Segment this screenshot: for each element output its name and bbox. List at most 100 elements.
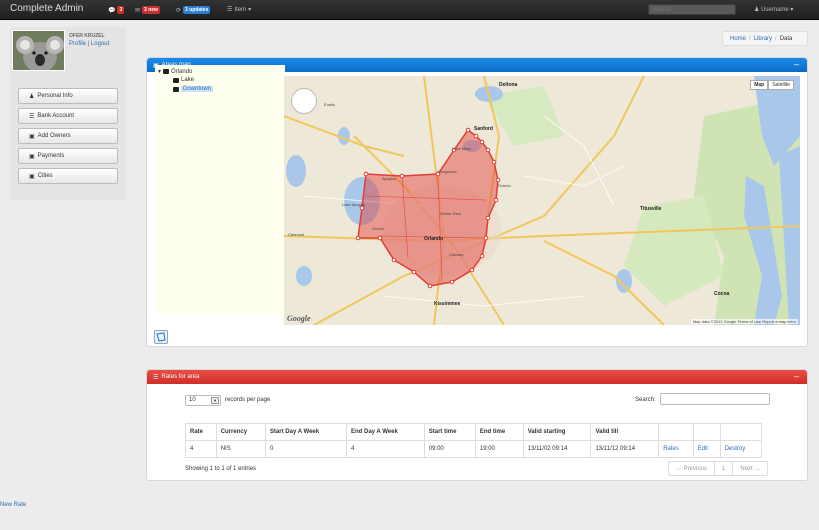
user-menu[interactable]: ♟ Username ▾	[754, 6, 793, 13]
picture-icon: ▣	[29, 133, 35, 140]
username-label: Username	[761, 7, 789, 13]
profile-link[interactable]: Profile	[69, 41, 86, 47]
map-label-ocoee: Ocoee	[372, 226, 384, 231]
rates-header: ☰ Rates for area –	[147, 370, 807, 384]
column-header[interactable]: Valid till	[590, 423, 660, 441]
tree-node-label: Downtown	[181, 86, 214, 92]
user-links: Profile | Logout	[69, 41, 109, 47]
cell-start-time: 09:00	[423, 440, 476, 458]
folder-icon	[163, 69, 170, 74]
table-search-input[interactable]	[660, 393, 770, 405]
destroy-link[interactable]: Destroy	[719, 440, 763, 458]
updates-menu[interactable]: ⟳ 3 updates	[176, 6, 211, 14]
sidebar-item-label: Personal Info	[37, 93, 73, 99]
tree-node-downtown[interactable]: Downtown	[173, 86, 214, 92]
sidebar-item-payments[interactable]: ▣ Payments	[18, 148, 118, 164]
previous-page-button[interactable]: ← Previous	[669, 462, 716, 475]
cell-rate: 4	[185, 440, 217, 458]
map-label-deltona: Deltona	[499, 82, 518, 88]
picture-icon: ▣	[29, 153, 35, 160]
pagination: ← Previous 1 Next →	[668, 461, 769, 476]
area-tree: ▾ Orlando Lake Downtown	[155, 65, 285, 314]
map-label-cocoa: Cocoa	[714, 291, 730, 297]
sidebar-item-cities[interactable]: ▣ Cities	[18, 168, 118, 184]
envelope-icon: ✉	[135, 7, 141, 14]
folder-icon	[173, 77, 179, 83]
column-header[interactable]: Start Day A Week	[264, 423, 347, 441]
new-rate-link[interactable]: New Rate	[0, 502, 26, 508]
map-label-apopka: Apopka	[382, 176, 396, 181]
next-page-button[interactable]: Next →	[733, 462, 767, 475]
breadcrumb-divider: /	[749, 35, 751, 42]
rates-panel: ☰ Rates for area – 10 ▼ records per page…	[146, 369, 808, 481]
collapse-button[interactable]: –	[794, 371, 799, 381]
map-label-clermont: Clermont	[288, 232, 305, 237]
rates-link[interactable]: Rates	[658, 440, 694, 458]
rates-table: Rate Currency Start Day A Week End Day A…	[185, 423, 763, 458]
list-icon: ☰	[153, 374, 159, 381]
page-1-button[interactable]: 1	[715, 462, 734, 475]
records-per-page-select[interactable]: 10 ▼	[185, 395, 221, 406]
sidebar-item-label: Bank Account	[37, 113, 75, 119]
new-badge: 3 new	[142, 6, 160, 14]
map-label-oviedo: Oviedo	[498, 183, 511, 188]
map-label-sanford: Sanford	[474, 126, 493, 132]
map-label-conway: Conway	[449, 252, 464, 257]
map-pan-control[interactable]	[291, 88, 317, 114]
collapse-button[interactable]: –	[794, 59, 799, 69]
updates-badge: 3 updates	[183, 6, 211, 14]
column-header[interactable]: End time	[474, 423, 524, 441]
map-label-eustis: Eustis	[324, 102, 335, 107]
breadcrumb-home[interactable]: Home	[730, 36, 746, 42]
polygon-icon	[156, 332, 166, 342]
table-header-row: Rate Currency Start Day A Week End Day A…	[185, 423, 763, 441]
tree-node-lake[interactable]: Lake	[173, 77, 194, 83]
column-header[interactable]: Rate	[185, 423, 217, 441]
map-type-map-button[interactable]: Map	[750, 80, 769, 90]
sidebar-item-add-owners[interactable]: ▣ Add Owners	[18, 128, 118, 144]
tree-node-label: Lake	[181, 77, 195, 83]
top-navbar: Complete Admin 💬 3 ✉ 3 new ⟳ 3 updates ☰…	[0, 0, 819, 20]
map-label-kissimmee: Kissimmee	[434, 301, 461, 307]
map-type-satellite-button[interactable]: Satellite	[768, 80, 794, 90]
search-input[interactable]	[648, 4, 736, 15]
brand[interactable]: Complete Admin	[10, 3, 83, 14]
item-menu[interactable]: ☰ Item ▾	[227, 6, 251, 14]
column-header[interactable]: Currency	[215, 423, 266, 441]
records-per-page-label: records per page	[225, 397, 271, 403]
collapse-toggle-icon: ▾	[158, 69, 162, 75]
sidebar-item-label: Add Owners	[37, 133, 71, 139]
areas-map-panel: ▣ Areas map – ▾ Orlando Lake Downtown	[146, 57, 808, 347]
messages-menu[interactable]: 💬 3	[108, 6, 125, 14]
cell-valid-till: 13/11/12 09:14	[590, 440, 660, 458]
map-label-lake-mary: Lake Mary	[452, 146, 471, 151]
user-icon: ♟	[29, 93, 35, 100]
map-canvas	[284, 76, 800, 325]
folder-icon	[173, 86, 179, 92]
sidebar-item-bank-account[interactable]: ☰ Bank Account	[18, 108, 118, 124]
refresh-icon: ⟳	[176, 7, 182, 14]
areas-map[interactable]: Orlando Sanford Deltona Longwood Apopka …	[284, 76, 800, 325]
notifications-menu[interactable]: ✉ 3 new	[135, 6, 160, 14]
column-header[interactable]: Start time	[423, 423, 476, 441]
table-row: 4 NIS 0 4 09:00 19:00 13/11/02 09:14 13/…	[185, 440, 763, 458]
logout-link[interactable]: Logout	[91, 41, 109, 47]
map-label-longwood: Longwood	[438, 169, 457, 174]
map-label-winter-park: Winter Park	[440, 211, 461, 216]
column-header[interactable]: Valid starting	[522, 423, 592, 441]
column-header[interactable]: End Day A Week	[345, 423, 425, 441]
breadcrumb-library[interactable]: Library	[754, 36, 772, 42]
cell-currency: NIS	[215, 440, 266, 458]
polygon-draw-tool-button[interactable]	[154, 330, 168, 344]
caret-down-icon: ▾	[790, 7, 794, 13]
google-logo: Google	[287, 314, 311, 323]
map-label-orlando: Orlando	[424, 236, 444, 242]
item-label: Item	[234, 6, 247, 13]
sidebar-item-label: Cities	[37, 173, 53, 179]
column-header	[719, 423, 763, 441]
sidebar-item-personal-info[interactable]: ♟ Personal Info	[18, 88, 118, 104]
edit-link[interactable]: Edit	[692, 440, 721, 458]
sidebar-item-label: Payments	[37, 153, 65, 159]
breadcrumb-current: Data	[779, 35, 793, 42]
tree-node-orlando[interactable]: ▾ Orlando	[158, 68, 192, 76]
